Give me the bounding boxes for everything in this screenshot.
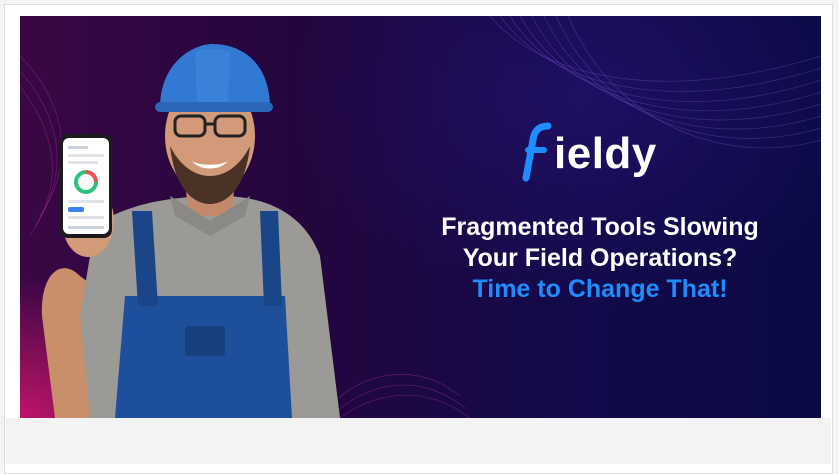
card-footer: [6, 418, 831, 464]
headline: Fragmented Tools Slowing Your Field Oper…: [390, 212, 810, 305]
brand-name: ieldy: [554, 129, 657, 178]
fieldy-logo-icon: [522, 122, 552, 182]
headline-line-1: Fragmented Tools Slowing: [441, 213, 759, 241]
headline-line-3: Time to Change That!: [472, 275, 728, 303]
fieldy-logo[interactable]: ieldy: [522, 118, 657, 182]
headline-line-2: Your Field Operations?: [462, 244, 738, 272]
hero-banner[interactable]: ieldy Fragmented Tools Slowing Your Fiel…: [20, 16, 821, 418]
phone-mockup: [60, 134, 112, 238]
